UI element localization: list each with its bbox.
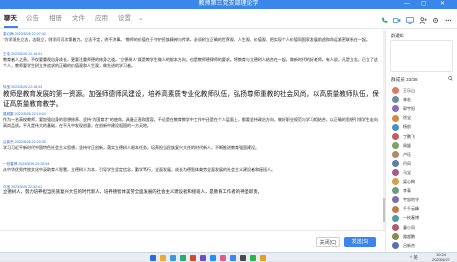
members-header: 群成员 23/38 xyxy=(391,77,418,83)
avatar xyxy=(392,115,399,122)
members-count: 23/38 xyxy=(406,77,418,82)
chat-message-area[interactable]: 梁心梅 2023/5/26 22:07:42 "为学须先立志，志既立，则学问可次… xyxy=(0,30,384,230)
avatar xyxy=(392,151,399,158)
avatar xyxy=(392,206,399,213)
tab-bar: 聊天 公告 相册 文件 应用 设置 ⌄ xyxy=(0,9,457,29)
members-title: 群成员 xyxy=(391,77,405,82)
message-text: 教师是教育发展的第一资源。加强师德师风建设，培养高素质专业化教师队伍，弘扬尊师重… xyxy=(3,90,381,109)
avatar xyxy=(392,124,399,131)
tab-notice[interactable]: 公告 xyxy=(26,13,39,25)
close-window-button[interactable]: ✕ xyxy=(440,0,445,9)
taskbar-app-icon[interactable] xyxy=(170,255,176,261)
more-options-icon[interactable] xyxy=(445,17,452,27)
avatar xyxy=(392,242,399,249)
send-button[interactable]: 发送(S) xyxy=(344,237,376,247)
avatar xyxy=(392,215,399,222)
avatar xyxy=(392,105,399,112)
taskbar-app-icon[interactable] xyxy=(240,255,246,261)
avatar xyxy=(392,224,399,231)
chat-settings-icon[interactable] xyxy=(432,17,439,27)
taskbar-app-icon[interactable] xyxy=(210,255,216,261)
group-notice-title: 群通知 xyxy=(391,33,404,39)
taskbar-app-icon[interactable] xyxy=(160,255,166,261)
chat-message: 路超鹏 2023/5/26 22:19:04 作为一名高校教师，要加强自身的思想… xyxy=(3,112,381,129)
message-text: 作为一名高校教师，要加强自身的思想修养、坚持"为国育才"的使命，具备正直和宽容。… xyxy=(3,117,381,129)
chat-message: 一枝春博 2023/5/26 22:25:54 从中华优秀传统文化中汲取育人智慧… xyxy=(3,162,381,173)
taskbar-app-icon[interactable] xyxy=(260,255,266,261)
message-text: 从中华优秀传统文化中汲取育人智慧，立德树人为本，引导学生坚定信念，勤学笃行，全面… xyxy=(3,167,381,173)
taskbar-app-icon[interactable] xyxy=(230,255,236,261)
avatar xyxy=(392,178,399,185)
chat-window: 教师第三党支部理论学 — ▢ ✕ 聊天 公告 相册 文件 应用 设置 ⌄ xyxy=(0,0,457,252)
taskbar-app-icon[interactable] xyxy=(250,255,256,261)
avatar xyxy=(392,133,399,140)
active-tab-indicator xyxy=(4,26,18,28)
chat-message: 梁心梅 2023/5/26 22:07:42 "为学须先立志，志既立，则学问可次… xyxy=(3,32,381,43)
chat-message: 吕新杰 2023/5/26 22:20:35 学习习近平新时代中国特色社会主义思… xyxy=(3,140,381,151)
avatar xyxy=(392,87,399,94)
group-sidebar: 群通知 群成员 23/38 王乐山林宏郭宇阳徐宝杨航丁鹏飞周媛卢珏丹凤马宝梁心梅… xyxy=(385,30,457,252)
taskbar-app-icon[interactable] xyxy=(150,255,156,261)
member-search-icon[interactable] xyxy=(448,76,453,83)
avatar xyxy=(392,196,399,203)
message-text: "为学须先立志，志既立，则学问可次第着力。立志不定，终不济事。"教师的价值在于守… xyxy=(3,37,381,43)
message-text: 教育者人之责，不仅要重视自身成长，更要注重师德的修身之道。"立德树人"既是教学生… xyxy=(3,57,381,69)
taskbar-app-icon[interactable] xyxy=(190,255,196,261)
chat-message: 王毛 2023/5/26 22:16:01 教育者人之责，不仅要重视自身成长，更… xyxy=(3,52,381,69)
tab-album[interactable]: 相册 xyxy=(49,13,62,25)
message-text: 学习习近平新时代中国特色社会主义思想，坚持守正创新，落实立德树人根本任务。培养担… xyxy=(3,145,381,151)
add-member-icon[interactable] xyxy=(419,17,427,27)
clock-date: 2023/5/27 xyxy=(430,258,452,262)
taskbar-app-icon[interactable] xyxy=(180,255,186,261)
message-text: 立德树人，努力培养担当民族复兴大任的时代新人，培养德智体美劳全面发展的社会主义建… xyxy=(3,190,381,196)
avatar xyxy=(392,160,399,167)
title-bar: 教师第三党支部理论学 — ▢ ✕ xyxy=(0,0,457,9)
more-tabs-icon[interactable]: ⌄ xyxy=(138,13,143,25)
tab-chat[interactable]: 聊天 xyxy=(4,13,17,25)
chat-message: 马宝 2023/5/26 22:52:01 立德树人，努力培养担当民族复兴大任的… xyxy=(3,185,381,196)
tab-apps[interactable]: 应用 xyxy=(95,13,108,25)
tab-files[interactable]: 文件 xyxy=(72,13,85,25)
video-call-icon[interactable] xyxy=(393,17,401,27)
group-notice-box[interactable] xyxy=(390,40,453,72)
taskbar-app-icon[interactable] xyxy=(220,255,226,261)
member-name: 吕新杰 xyxy=(403,241,415,251)
maximize-button[interactable]: ▢ xyxy=(421,0,427,9)
close-chat-button[interactable]: 关闭(C) xyxy=(316,237,340,247)
taskbar-app-icon[interactable] xyxy=(200,255,206,261)
phone-icon[interactable] xyxy=(381,17,388,27)
tab-settings[interactable]: 设置 xyxy=(118,13,131,25)
minimize-button[interactable]: — xyxy=(404,0,410,9)
send-bar: 关闭(C) 发送(S) xyxy=(0,230,385,252)
taskbar: ^ 英 10:24 2023/5/27 xyxy=(0,252,457,261)
avatar xyxy=(392,169,399,176)
window-title: 教师第三党支部理论学 xyxy=(0,0,457,9)
avatar xyxy=(392,142,399,149)
avatar xyxy=(392,96,399,103)
member-item[interactable]: 吕新杰 xyxy=(390,241,454,251)
avatar xyxy=(392,233,399,240)
avatar xyxy=(392,187,399,194)
chat-message: 徐宝 2023/5/26 22:18:43 教师是教育发展的第一资源。加强师德师… xyxy=(3,85,381,109)
screen-share-icon[interactable] xyxy=(406,17,414,27)
